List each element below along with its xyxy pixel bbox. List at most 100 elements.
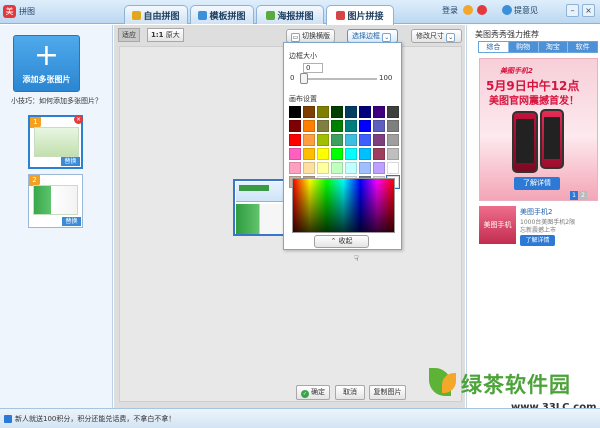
ad-page-1[interactable]: 1 — [570, 191, 578, 200]
actual-size-label: 原大 — [165, 31, 180, 39]
color-swatch[interactable] — [303, 162, 315, 174]
replace-button[interactable]: 替换 — [62, 217, 81, 226]
collapse-button[interactable]: ⌃ 收起 — [314, 235, 369, 248]
switch-layout-label: 切换横版 — [302, 32, 330, 40]
color-swatch[interactable] — [289, 120, 301, 132]
border-size-input[interactable]: 0 — [303, 63, 323, 73]
color-swatch[interactable] — [373, 162, 385, 174]
color-swatch[interactable] — [303, 148, 315, 160]
rec-tab-shopping[interactable]: 购物 — [508, 42, 539, 52]
color-spectrum-picker[interactable] — [292, 178, 395, 233]
color-swatch[interactable] — [359, 162, 371, 174]
close-button[interactable]: × — [582, 4, 595, 17]
status-text[interactable]: 新人就送100积分，积分还能兑话费，不拿白不拿！ — [15, 414, 175, 424]
user-icon[interactable] — [463, 5, 473, 15]
color-swatch[interactable] — [289, 134, 301, 146]
color-swatch[interactable] — [289, 148, 301, 160]
tab-template-collage[interactable]: 模板拼图 — [190, 5, 254, 24]
color-swatch[interactable] — [373, 148, 385, 160]
color-swatch[interactable] — [331, 134, 343, 146]
color-swatch[interactable] — [331, 162, 343, 174]
color-swatch[interactable] — [289, 162, 301, 174]
color-swatch[interactable] — [359, 134, 371, 146]
color-swatch[interactable] — [387, 120, 399, 132]
item-title[interactable]: 美图手机2 — [520, 207, 552, 217]
ad-details-button[interactable]: 了解详情 — [514, 177, 560, 190]
phone-image — [512, 111, 538, 173]
left-panel: + 添加多张图片 小技巧：如何添加多张图片？ 1 × 替换 2 替换 — [0, 25, 113, 408]
confirm-button[interactable]: ✓ 确定 — [296, 385, 330, 400]
replace-button[interactable]: 替换 — [61, 157, 80, 166]
tab-free-collage[interactable]: 自由拼图 — [124, 5, 188, 24]
stitched-image-top — [236, 182, 288, 202]
actual-size-ratio: 1:1 — [151, 31, 164, 39]
color-swatch[interactable] — [373, 120, 385, 132]
fit-view-label: 适应 — [122, 31, 136, 39]
color-swatch[interactable] — [373, 106, 385, 118]
color-swatch[interactable] — [303, 134, 315, 146]
color-swatch[interactable] — [345, 134, 357, 146]
color-swatch[interactable] — [345, 162, 357, 174]
add-images-button[interactable]: + 添加多张图片 — [13, 35, 80, 92]
copy-image-button[interactable]: 复制图片 — [369, 385, 406, 400]
image-thumbnail-2[interactable]: 2 替换 — [28, 174, 83, 228]
recommend-item[interactable]: 美图手机 meitu 美图手机2 1000台美图手机2限 忘新震撼上市 了解详情 — [479, 206, 598, 267]
color-swatch[interactable] — [345, 106, 357, 118]
title-bar: 美 拼图 自由拼图 模板拼图 海报拼图 图片拼接 登录 提意见 – × — [0, 0, 600, 25]
color-swatch[interactable] — [345, 120, 357, 132]
color-swatch[interactable] — [317, 134, 329, 146]
minimize-button[interactable]: – — [566, 4, 579, 17]
ad-page-2[interactable]: 2 — [579, 191, 587, 200]
image-thumbnail-1[interactable]: 1 × 替换 — [28, 115, 83, 169]
color-swatch[interactable] — [331, 106, 343, 118]
color-swatch[interactable] — [303, 120, 315, 132]
tab-poster-collage[interactable]: 海报拼图 — [256, 5, 324, 24]
recommend-title: 美图秀秀强力推荐 — [475, 30, 539, 39]
border-size-slider-track[interactable] — [300, 78, 377, 80]
color-swatch[interactable] — [359, 120, 371, 132]
color-swatch[interactable] — [317, 120, 329, 132]
rec-tab-general[interactable]: 综合 — [479, 42, 509, 52]
collapse-label: 收起 — [338, 237, 353, 245]
color-swatch[interactable] — [317, 106, 329, 118]
border-size-label: 边框大小 — [289, 52, 317, 60]
color-swatch[interactable] — [373, 134, 385, 146]
ad-banner[interactable]: 美图手机2 5月9日中午12点 美图官网震撼首发！ 了解详情 1 2 — [479, 58, 598, 201]
ad-launch: 美图官网震撼首发！ — [489, 96, 579, 107]
plus-icon: + — [33, 38, 60, 73]
color-swatch[interactable] — [359, 106, 371, 118]
canvas-settings-label: 画布设置 — [289, 95, 317, 103]
color-swatch[interactable] — [317, 148, 329, 160]
color-swatch[interactable] — [387, 134, 399, 146]
color-swatch[interactable] — [303, 106, 315, 118]
color-swatch[interactable] — [387, 106, 399, 118]
color-swatch-grid — [289, 106, 400, 189]
border-size-slider-knob[interactable] — [300, 73, 308, 84]
color-swatch[interactable] — [289, 106, 301, 118]
switch-layout-button[interactable]: ▭ 切换横版 — [286, 29, 335, 43]
item-details-button[interactable]: 了解详情 — [520, 235, 555, 246]
actual-size-button[interactable]: 1:1 原大 — [147, 28, 184, 42]
color-swatch[interactable] — [359, 148, 371, 160]
cancel-button[interactable]: 取消 — [335, 385, 365, 400]
delete-icon[interactable]: × — [74, 115, 83, 124]
select-border-label: 选择边框 — [352, 32, 380, 40]
tab-image-stitch[interactable]: 图片拼接 — [326, 5, 394, 25]
feedback-link[interactable]: 提意见 — [514, 5, 538, 16]
weibo-icon[interactable] — [477, 5, 487, 15]
right-panel: 美图秀秀强力推荐 综合 购物 淘宝 软件 美图手机2 5月9日中午12点 美图官… — [466, 25, 600, 408]
fit-view-button[interactable]: 适应 — [118, 28, 140, 42]
login-link[interactable]: 登录 — [442, 5, 458, 16]
color-swatch[interactable] — [387, 162, 399, 174]
rec-tab-taobao[interactable]: 淘宝 — [538, 42, 569, 52]
tip-link[interactable]: 小技巧：如何添加多张图片？ — [11, 96, 102, 106]
color-swatch[interactable] — [387, 148, 399, 160]
color-swatch[interactable] — [317, 162, 329, 174]
color-swatch[interactable] — [345, 148, 357, 160]
select-border-button[interactable]: 选择边框 ⌄ — [347, 29, 399, 43]
rec-tab-software[interactable]: 软件 — [568, 42, 597, 52]
watermark-name: 绿茶软件园 — [461, 373, 571, 397]
modify-size-button[interactable]: 修改尺寸 ⌄ — [411, 29, 463, 43]
color-swatch[interactable] — [331, 120, 343, 132]
color-swatch[interactable] — [331, 148, 343, 160]
